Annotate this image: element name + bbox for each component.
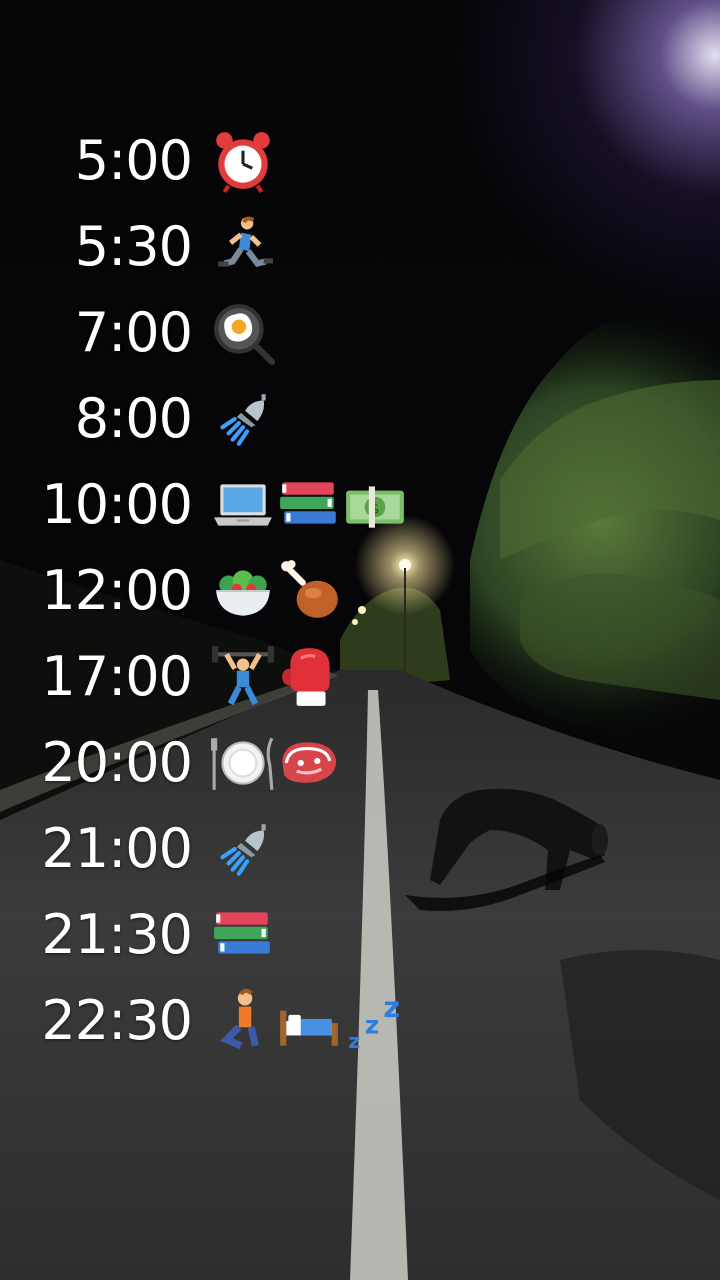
money-icon: $ [342, 472, 408, 538]
activity-icons [210, 384, 276, 454]
time-label: 12:00 [41, 559, 193, 622]
activity-icons [210, 556, 342, 626]
weightlifter-icon [210, 644, 276, 710]
salad-icon [210, 558, 276, 624]
plate-cutlery-icon [210, 730, 276, 796]
runner-icon [210, 214, 276, 280]
activity-icons: zzz [210, 986, 408, 1056]
bed-icon [276, 988, 342, 1054]
activity-icons [210, 126, 276, 196]
schedule-row: 20:00 [0, 720, 720, 806]
svg-text:z: z [383, 990, 400, 1024]
time-label: 17:00 [41, 645, 193, 708]
shower-icon [210, 386, 276, 452]
activity-icons: $ [210, 470, 408, 540]
books-icon [210, 902, 276, 968]
schedule-row: 21:00 [0, 806, 720, 892]
books-icon [276, 472, 342, 538]
activity-icons [210, 728, 342, 798]
shower-icon [210, 816, 276, 882]
activity-icons [210, 298, 276, 368]
activity-icons [210, 642, 342, 712]
laptop-icon [210, 472, 276, 538]
schedule-row: 7:00 [0, 290, 720, 376]
activity-icons [210, 900, 276, 970]
time-label: 21:30 [41, 903, 193, 966]
frying-pan-egg-icon [210, 300, 276, 366]
schedule-row: 5:00 [0, 118, 720, 204]
time-label: 22:30 [41, 989, 193, 1052]
time-label: 8:00 [74, 387, 193, 450]
schedule-row: 5:30 [0, 204, 720, 290]
schedule-row: 21:30 [0, 892, 720, 978]
time-label: 21:00 [41, 817, 193, 880]
svg-text:z: z [348, 1029, 360, 1053]
daily-schedule: 5:00 5:30 7:00 8:00 10:00 12:00 17:00 20… [0, 118, 720, 1064]
activity-icons [210, 814, 276, 884]
boxing-glove-icon [276, 644, 342, 710]
chicken-leg-icon [276, 558, 342, 624]
time-label: 20:00 [41, 731, 193, 794]
schedule-row: 17:00 [0, 634, 720, 720]
time-label: 5:30 [74, 215, 193, 278]
time-label: 10:00 [41, 473, 193, 536]
schedule-row: 12:00 [0, 548, 720, 634]
schedule-row: 8:00 [0, 376, 720, 462]
svg-text:z: z [365, 1010, 379, 1039]
zzz-icon: zzz [342, 988, 408, 1054]
schedule-row: 10:00 $ [0, 462, 720, 548]
time-label: 5:00 [74, 129, 193, 192]
alarm-clock-icon [210, 128, 276, 194]
schedule-row: 22:30 zzz [0, 978, 720, 1064]
activity-icons [210, 212, 276, 282]
kneeling-person-icon [210, 988, 276, 1054]
night-road-scene: 5:00 5:30 7:00 8:00 10:00 12:00 17:00 20… [0, 0, 720, 1280]
time-label: 7:00 [74, 301, 193, 364]
steak-icon [276, 730, 342, 796]
